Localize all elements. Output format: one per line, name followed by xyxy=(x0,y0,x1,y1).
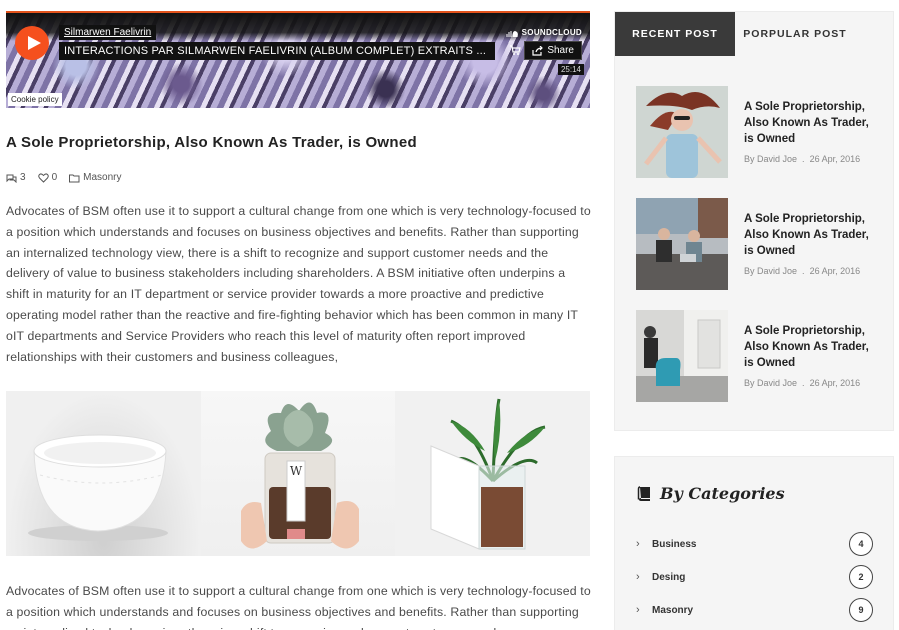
post-author[interactable]: By David Joe xyxy=(744,378,797,388)
chair-photo xyxy=(636,310,728,402)
post-date: 26 Apr, 2016 xyxy=(809,154,861,164)
comment-icon xyxy=(6,174,17,183)
category-count-badge: 4 xyxy=(849,532,873,556)
bowl-image xyxy=(28,434,168,541)
category-count-badge: 2 xyxy=(849,565,873,589)
comments-count[interactable]: 3 xyxy=(6,172,26,183)
tab-recent-post[interactable]: RECENT POST xyxy=(615,12,735,56)
post-date: 26 Apr, 2016 xyxy=(809,378,861,388)
jar-label: W xyxy=(290,464,303,478)
category-name[interactable]: Business xyxy=(652,539,696,550)
heart-icon xyxy=(37,172,49,183)
chevron-right-icon: › xyxy=(636,604,640,616)
recent-post-meta: By David Joe . 26 Apr, 2016 xyxy=(744,266,860,276)
post-paragraph-2: Advocates of BSM often use it to support… xyxy=(6,584,591,630)
category-name[interactable]: Masonry xyxy=(652,605,693,616)
cart-icon[interactable] xyxy=(509,44,521,56)
share-icon xyxy=(532,45,544,56)
category-item-desing[interactable]: › Desing 2 xyxy=(636,565,873,589)
recent-post-item[interactable]: A Sole Proprietorship, Also Known As Tra… xyxy=(636,310,876,402)
recent-post-item[interactable]: A Sole Proprietorship, Also Known As Tra… xyxy=(636,86,876,178)
meta-separator: . xyxy=(799,154,810,164)
likes-value: 0 xyxy=(51,172,58,183)
post-category[interactable]: Masonry xyxy=(69,172,121,183)
bowl-photo[interactable] xyxy=(6,391,201,556)
comments-value: 3 xyxy=(20,172,26,183)
share-button[interactable]: Share xyxy=(524,41,582,60)
post-author[interactable]: By David Joe xyxy=(744,266,797,276)
post-gallery: W xyxy=(6,391,591,556)
recent-post-meta: By David Joe . 26 Apr, 2016 xyxy=(744,154,860,164)
likes-count[interactable]: 0 xyxy=(37,172,58,183)
tab-popular-post[interactable]: PORPULAR POST xyxy=(735,12,855,56)
posts-widget: RECENT POST PORPULAR POST A Sole Proprie… xyxy=(614,11,894,431)
recent-post-meta: By David Joe . 26 Apr, 2016 xyxy=(744,378,860,388)
player-artist-link[interactable]: Silmarwen Faelivrin xyxy=(59,25,157,40)
chevron-right-icon: › xyxy=(636,538,640,550)
categories-title: By Categories xyxy=(660,484,785,503)
recent-post-item[interactable]: A Sole Proprietorship, Also Known As Tra… xyxy=(636,198,876,290)
chevron-right-icon: › xyxy=(636,571,640,583)
categories-heading: By Categories xyxy=(637,484,785,503)
folder-icon xyxy=(69,174,80,182)
cloud-icon xyxy=(506,30,518,37)
woman-photo xyxy=(636,86,728,178)
plant-box-image xyxy=(430,398,546,550)
category-count-badge: 9 xyxy=(849,598,873,622)
meta-separator: . xyxy=(799,378,810,388)
book-icon xyxy=(637,486,650,501)
post-paragraph: Advocates of BSM often use it to support… xyxy=(6,204,591,364)
post-thumbnail[interactable] xyxy=(636,198,728,290)
category-item-business[interactable]: › Business 4 xyxy=(636,532,873,556)
category-value: Masonry xyxy=(83,172,122,183)
soundcloud-logo[interactable]: SOUNDCLOUD xyxy=(506,28,582,37)
succulent-jar-photo[interactable]: W xyxy=(200,391,396,556)
soundcloud-brand: SOUNDCLOUD xyxy=(521,28,582,37)
posts-tabs: RECENT POST PORPULAR POST xyxy=(615,12,893,56)
categories-widget: By Categories › Business 4 › Desing 2 › … xyxy=(614,456,894,630)
meta-separator: . xyxy=(799,266,810,276)
post-meta: 3 0 Masonry xyxy=(6,172,121,183)
post-title[interactable]: A Sole Proprietorship, Also Known As Tra… xyxy=(6,134,417,151)
post-date: 26 Apr, 2016 xyxy=(809,266,861,276)
track-duration: 25:14 xyxy=(557,64,584,75)
soundcloud-player[interactable]: Silmarwen Faelivrin INTERACTIONS PAR SIL… xyxy=(6,11,590,108)
play-button[interactable] xyxy=(15,26,49,60)
cookie-policy-link[interactable]: Cookie policy xyxy=(8,93,62,106)
category-item-masonry[interactable]: › Masonry 9 xyxy=(636,598,873,622)
share-label: Share xyxy=(547,45,574,56)
player-track-title[interactable]: INTERACTIONS PAR SILMARWEN FAELIVRIN (AL… xyxy=(59,42,495,60)
recent-post-title[interactable]: A Sole Proprietorship, Also Known As Tra… xyxy=(744,99,876,147)
post-author[interactable]: By David Joe xyxy=(744,154,797,164)
succulent-image: W xyxy=(240,402,359,549)
post-thumbnail[interactable] xyxy=(636,86,728,178)
category-name[interactable]: Desing xyxy=(652,572,685,583)
play-icon xyxy=(27,36,41,50)
recent-post-title[interactable]: A Sole Proprietorship, Also Known As Tra… xyxy=(744,211,876,259)
recent-post-title[interactable]: A Sole Proprietorship, Also Known As Tra… xyxy=(744,323,876,371)
plant-box-photo[interactable] xyxy=(395,391,591,556)
post-thumbnail[interactable] xyxy=(636,310,728,402)
office-photo xyxy=(636,198,728,290)
